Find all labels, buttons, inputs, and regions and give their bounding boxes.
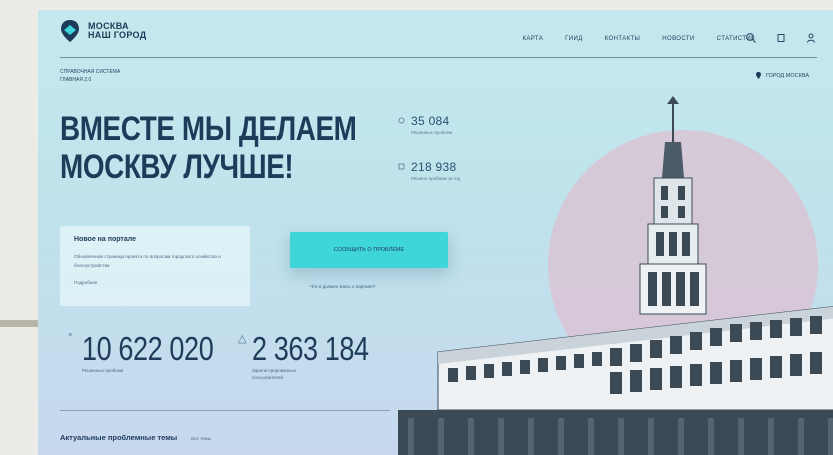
breadcrumb-line-1[interactable]: СПРАВОЧНАЯ СИСТЕМА (60, 68, 170, 76)
topics-title: Актуальные проблемные темы (60, 433, 178, 442)
city-selector[interactable]: ГОРОД МОСКВА (755, 72, 809, 79)
user-icon[interactable] (805, 32, 817, 44)
logo-pin-icon (61, 20, 79, 42)
small-stat-year: 218 938 Решено проблем за год (398, 160, 460, 181)
topics-section: Актуальные проблемные темы Все темы (60, 433, 211, 442)
report-problem-button[interactable]: СООБЩИТЬ О ПРОБЛЕМЕ (290, 232, 448, 268)
small-stat-value: 35 084 (411, 114, 450, 128)
news-text: Обновленная страница проекта по вопросам… (74, 254, 221, 268)
header-divider (60, 57, 817, 58)
big-stat-value: 10 622 020 (82, 330, 214, 367)
section-divider (60, 410, 390, 411)
big-stat-problems: ° 10 622 020 Решенных проблем (68, 330, 242, 374)
big-stat-users: △ 2 363 184 Зарегистрированных пользоват… (238, 330, 394, 381)
logo-text: МОСКВА НАШ ГОРОД (88, 22, 146, 40)
big-stat-caption: Решенных проблем (82, 368, 124, 373)
small-stat-solved: 35 084 Решенных проблем (398, 114, 452, 135)
big-stat-value: 2 363 184 (252, 330, 369, 367)
logo-line-2: НАШ ГОРОД (88, 30, 147, 40)
hero-title-line-1: ВМЕСТЕ МЫ ДЕЛАЕМ (60, 110, 357, 148)
stat-icon: ° (68, 332, 73, 344)
hero-title: ВМЕСТЕ МЫ ДЕЛАЕМ МОСКВУ ЛУЧШЕ! (60, 110, 357, 186)
river-station-illustration (398, 96, 833, 455)
portal-info-link[interactable]: Что я должен знать о портале? (310, 284, 375, 289)
page-frame: МОСКВА НАШ ГОРОД КАРТА ГИИД КОНТАКТЫ НОВ… (38, 10, 833, 455)
small-stat-value: 218 938 (411, 160, 457, 174)
small-stat-caption: Решенных проблем (411, 130, 453, 135)
stat-icon (398, 163, 405, 170)
search-icon[interactable] (745, 32, 757, 44)
stat-icon (398, 117, 405, 124)
news-title: Новое на портале (74, 236, 136, 243)
city-label: ГОРОД МОСКВА (765, 72, 809, 79)
nav-item-news[interactable]: НОВОСТИ (662, 36, 694, 42)
nav-item-contacts[interactable]: КОНТАКТЫ (605, 36, 641, 42)
logo[interactable]: МОСКВА НАШ ГОРОД (60, 19, 146, 43)
small-stat-caption: Решено проблем за год (411, 176, 461, 181)
header-icons (745, 32, 817, 44)
bookmark-icon[interactable] (775, 32, 787, 44)
location-pin-icon (755, 72, 761, 79)
topics-all-link[interactable]: Все темы (191, 436, 211, 441)
main-nav: КАРТА ГИИД КОНТАКТЫ НОВОСТИ СТАТИСТИК (522, 36, 755, 42)
big-stat-caption: Зарегистрированных пользователей (252, 368, 297, 380)
breadcrumb: СПРАВОЧНАЯ СИСТЕМА ГЛАВНАЯ 2.0 (60, 68, 170, 84)
news-card[interactable]: Новое на портале Обновленная страница пр… (60, 226, 250, 306)
stat-icon: △ (238, 333, 247, 345)
news-more-link[interactable]: Подробнее (74, 280, 236, 285)
hero-title-line-2: МОСКВУ ЛУЧШЕ! (60, 148, 294, 186)
nav-item-guide[interactable]: ГИИД (565, 36, 583, 42)
breadcrumb-line-2[interactable]: ГЛАВНАЯ 2.0 (60, 76, 170, 84)
nav-item-map[interactable]: КАРТА (522, 36, 543, 42)
